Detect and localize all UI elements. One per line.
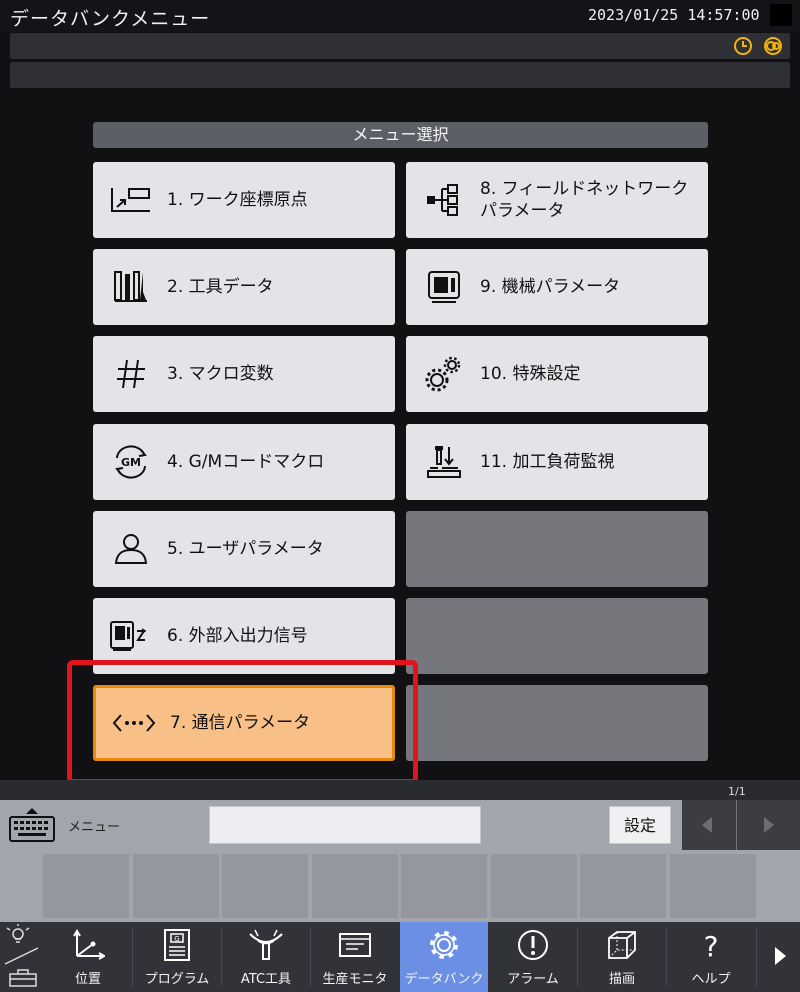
work-coordinate-icon — [111, 188, 150, 212]
hash-icon — [117, 359, 145, 389]
menu-item-field-network[interactable]: 8. フィールドネットワークパラメータ — [406, 162, 708, 238]
program-icon: G — [164, 929, 190, 961]
nav-production-monitor[interactable]: 生産モニタ — [311, 922, 399, 992]
atc-tool-icon — [249, 929, 283, 960]
nav-program[interactable]: G プログラム — [133, 922, 221, 992]
tools-icon — [114, 271, 147, 302]
softkey-7[interactable] — [580, 854, 666, 918]
gear-icon — [430, 931, 458, 959]
menu-heading: メニュー選択 — [93, 122, 708, 148]
alarm-icon — [518, 930, 548, 960]
softkey-1[interactable] — [43, 854, 129, 918]
nav-label: 生産モニタ — [322, 972, 388, 987]
page-next-icon[interactable] — [764, 817, 774, 833]
sync-icon — [764, 37, 782, 55]
page-title: データバンクメニュー — [10, 8, 211, 30]
nav-data-bank[interactable]: データバンク — [400, 922, 488, 992]
menu-item-empty — [406, 685, 708, 761]
menu-item-empty — [406, 511, 708, 587]
svg-text:GM: GM — [121, 456, 141, 469]
softkey-3[interactable] — [222, 854, 308, 918]
page-prev-icon[interactable] — [702, 817, 712, 833]
menu-item-special-settings[interactable]: 10. 特殊設定 — [406, 336, 708, 412]
input-area-top — [0, 780, 800, 800]
nav-drawing[interactable]: 描画 — [578, 922, 666, 992]
nav-label: 位置 — [74, 972, 101, 987]
machine-icon — [428, 271, 460, 303]
datetime-end-block — [770, 4, 792, 26]
page-indicator: 1/1 — [728, 785, 746, 798]
set-button[interactable]: 設定 — [609, 806, 671, 844]
status-bar-2 — [10, 62, 790, 88]
load-monitor-icon — [427, 446, 461, 478]
user-icon — [114, 534, 148, 564]
menu-item-label: 11. 加工負荷監視 — [480, 452, 615, 472]
menu-item-empty — [406, 598, 708, 674]
nav-separator — [756, 928, 757, 986]
nav-label: 描画 — [608, 972, 635, 987]
menu-item-label: 6. 外部入出力信号 — [167, 626, 308, 646]
gm-code-icon: GM — [115, 445, 147, 479]
menu-item-label: 2. 工具データ — [167, 277, 274, 297]
datetime: 2023/01/25 14:57:00 — [588, 6, 760, 24]
svg-text:?: ? — [704, 930, 719, 962]
keyboard-icon[interactable] — [8, 805, 56, 845]
svg-text:G: G — [174, 935, 179, 943]
menu-item-label: 10. 特殊設定 — [480, 364, 581, 384]
nav-help[interactable]: ? ヘルプ — [667, 922, 755, 992]
io-signal-icon — [110, 621, 147, 651]
menu-item-label: 1. ワーク座標原点 — [167, 190, 308, 210]
nav-atc-tool[interactable]: ATC工具 — [222, 922, 310, 992]
menu-item-label: 4. G/Mコードマクロ — [167, 452, 325, 472]
nav-label: データバンク — [404, 972, 484, 987]
nav-label: プログラム — [144, 972, 210, 987]
command-input[interactable] — [209, 806, 481, 844]
lamp-toolbox-icon — [4, 924, 39, 987]
gears-icon — [425, 356, 461, 392]
softkey-5[interactable] — [401, 854, 487, 918]
softkey-2[interactable] — [133, 854, 219, 918]
input-menu-tag: メニュー — [68, 820, 121, 835]
menu-item-label: 9. 機械パラメータ — [480, 277, 621, 297]
menu-item-gm-code-macro[interactable]: GM 4. G/Mコードマクロ — [93, 424, 395, 500]
nav-mode-switch[interactable] — [0, 922, 44, 992]
menu-item-label: 5. ユーザパラメータ — [167, 539, 324, 559]
nav-alarm[interactable]: アラーム — [489, 922, 577, 992]
menu-item-machine-parameter[interactable]: 9. 機械パラメータ — [406, 249, 708, 325]
menu-item-macro-variable[interactable]: 3. マクロ変数 — [93, 336, 395, 412]
menu-item-label: 8. フィールドネットワークパラメータ — [480, 179, 689, 221]
menu-item-label: 3. マクロ変数 — [167, 364, 274, 384]
menu-item-tool-data[interactable]: 2. 工具データ — [93, 249, 395, 325]
nav-label: ヘルプ — [691, 972, 731, 987]
pager — [682, 800, 800, 850]
network-tree-icon — [427, 184, 458, 216]
cube-icon — [608, 931, 636, 959]
nav-next-button[interactable] — [760, 922, 800, 992]
status-bar-1 — [10, 33, 790, 59]
nav-position[interactable]: 位置 — [44, 922, 132, 992]
clock-icon — [734, 37, 752, 55]
softkey-4[interactable] — [312, 854, 398, 918]
softkey-6[interactable] — [491, 854, 577, 918]
softkey-8[interactable] — [670, 854, 756, 918]
menu-item-user-parameter[interactable]: 5. ユーザパラメータ — [93, 511, 395, 587]
help-icon: ? — [704, 930, 719, 962]
axes-icon — [73, 929, 105, 960]
selection-highlight-frame — [67, 660, 418, 784]
menu-item-work-coordinate[interactable]: 1. ワーク座標原点 — [93, 162, 395, 238]
menu-item-load-monitor[interactable]: 11. 加工負荷監視 — [406, 424, 708, 500]
nav-label: アラーム — [507, 972, 559, 987]
nav-label: ATC工具 — [240, 972, 292, 987]
monitor-icon — [339, 933, 371, 957]
chevron-right-icon — [775, 947, 786, 965]
